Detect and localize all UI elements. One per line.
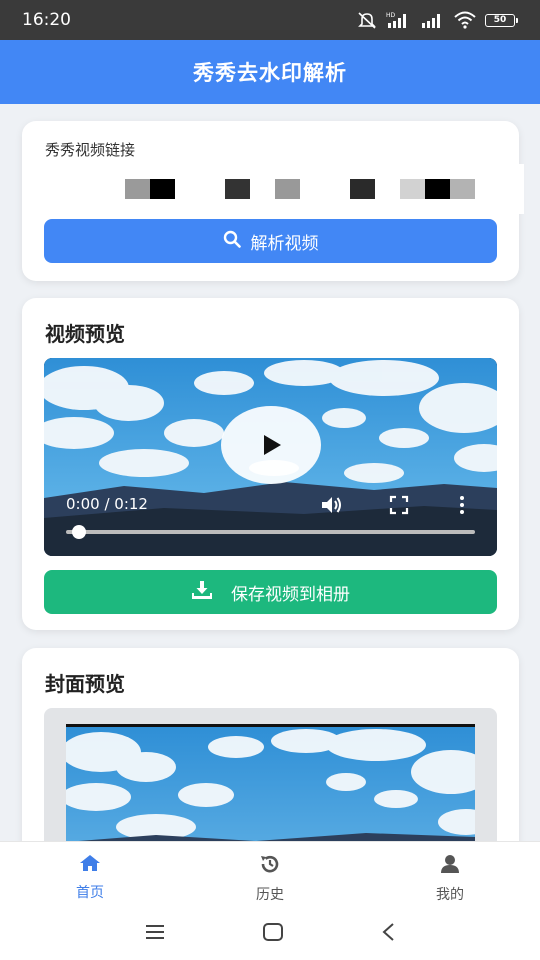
fullscreen-icon[interactable]	[389, 495, 409, 519]
page-title: 秀秀去水印解析	[193, 61, 347, 85]
tab-profile[interactable]: 我的	[360, 842, 540, 908]
parse-video-button[interactable]: 解析视频	[44, 219, 497, 263]
video-progress-knob[interactable]	[72, 525, 86, 539]
tab-profile-label: 我的	[436, 887, 464, 903]
home-icon	[79, 854, 101, 876]
redaction-block	[125, 179, 150, 199]
video-progress-bar[interactable]	[66, 530, 475, 534]
redaction-block	[150, 179, 175, 199]
mute-icon	[357, 11, 377, 29]
svg-text:HD: HD	[386, 12, 396, 19]
video-preview-card: 视频预览 0:00 / 0:12 保存视频到相册	[22, 298, 519, 630]
video-time-display: 0:00 / 0:12	[66, 495, 148, 513]
history-icon	[259, 854, 281, 878]
menu-icon[interactable]	[144, 923, 166, 945]
play-button[interactable]	[221, 406, 321, 484]
redaction-block	[425, 179, 450, 199]
redaction-block	[275, 179, 300, 199]
more-options-icon[interactable]	[458, 495, 466, 519]
link-card: 秀秀视频链接 解析视频	[22, 121, 524, 281]
play-icon	[264, 435, 281, 455]
bottom-tab-bar: 首页 历史 我的	[0, 841, 540, 908]
search-icon	[223, 230, 241, 253]
status-icons: HD 50	[357, 11, 518, 29]
save-video-button[interactable]: 保存视频到相册	[44, 570, 497, 614]
video-player[interactable]: 0:00 / 0:12	[44, 358, 497, 556]
cover-preview-title: 封面预览	[45, 672, 125, 696]
status-bar: 16:20 HD 50	[0, 0, 540, 40]
volume-icon[interactable]	[320, 495, 344, 519]
save-button-label: 保存视频到相册	[231, 584, 350, 605]
battery-level: 50	[485, 13, 515, 27]
tab-history-label: 历史	[256, 887, 284, 903]
user-icon	[440, 854, 460, 878]
tab-home-label: 首页	[76, 885, 104, 901]
back-icon[interactable]	[380, 922, 396, 946]
system-navigation-bar	[0, 908, 540, 960]
tab-history[interactable]: 历史	[180, 842, 360, 908]
download-icon	[191, 580, 213, 605]
video-preview-title: 视频预览	[45, 322, 125, 346]
redaction-block	[450, 179, 475, 199]
wifi-icon	[454, 11, 476, 29]
home-square-icon[interactable]	[262, 922, 284, 946]
status-time: 16:20	[22, 10, 71, 30]
redaction-block	[225, 179, 250, 199]
link-field-label: 秀秀视频链接	[45, 141, 136, 159]
hd-signal-icon: HD	[386, 11, 412, 29]
parse-button-label: 解析视频	[250, 233, 319, 254]
signal-icon	[421, 11, 445, 29]
app-header: 秀秀去水印解析	[0, 40, 540, 104]
tab-home[interactable]: 首页	[0, 842, 180, 908]
redaction-block	[350, 179, 375, 199]
battery-icon: 50	[485, 13, 518, 27]
redaction-block	[400, 179, 425, 199]
